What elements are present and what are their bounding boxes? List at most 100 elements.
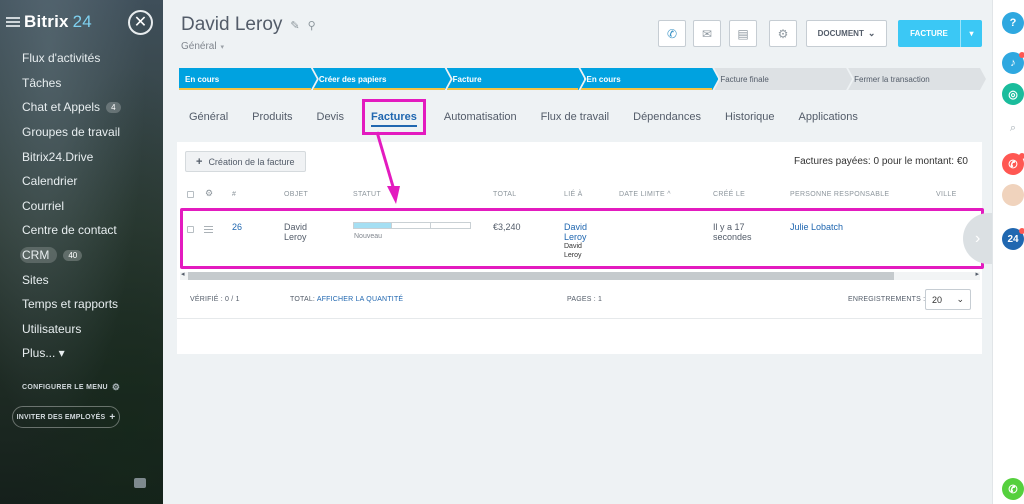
close-slider-button[interactable]: ✕ [128,10,153,35]
column-header-responsable[interactable]: PERSONNE RESPONSABLE [790,191,889,198]
create-invoice-button[interactable]: + Création de la facture [185,151,306,172]
column-header-ville[interactable]: VILLE [936,191,957,198]
facture-button[interactable]: FACTURE ▾ [898,20,982,47]
phone-icon[interactable]: ✆ [1002,478,1024,500]
divider [177,318,982,319]
linked-contact-link[interactable]: David Leroy [564,222,587,242]
print-icon[interactable] [134,478,146,488]
column-header-lie-a[interactable]: LIÉ À [564,191,583,198]
sidebar-item-label: Sites [22,272,49,287]
verified-count: VÉRIFIÉ : 0 / 1 [190,296,240,303]
scroll-right-arrow[interactable]: ▸ [975,270,979,278]
configure-menu-link[interactable]: CONFIGURER LE MENU ⚙ [22,382,120,393]
tab-devis[interactable]: Devis [317,111,345,123]
sidebar-item-chat[interactable]: Chat et Appels 4 [22,95,157,120]
pages-count: PAGES : 1 [567,296,603,303]
sidebar-item-contact-center[interactable]: Centre de contact [22,218,157,243]
sidebar-item-utilisateurs[interactable]: Utilisateurs [22,317,157,342]
pencil-icon[interactable]: ✎ [290,19,299,32]
linked-contact-name: David Leroy [564,243,582,259]
column-header-cree-le[interactable]: CRÉÉ LE [713,191,745,198]
stage-fermer-transaction[interactable]: Fermer la transaction [848,68,986,90]
row-checkbox[interactable] [187,226,194,233]
chevron-down-icon: ⌄ [867,28,876,38]
status-progress[interactable] [353,222,471,229]
call-button[interactable]: ✆ [658,20,686,47]
tab-flux-travail[interactable]: Flux de travail [541,111,609,123]
link-icon[interactable]: ⚲ [308,19,316,32]
search-icon[interactable]: ⌕ [1002,117,1024,139]
tab-label: Factures [371,111,417,127]
deal-detail: David Leroy ✎ ⚲ Général ▾ ✆ ✉ ▤ ⚙ DOCUME… [163,0,1003,504]
column-header-id[interactable]: # [232,191,236,198]
sidebar-item-plus[interactable]: Plus... ▾ [22,341,157,366]
tab-historique[interactable]: Historique [725,111,775,123]
tab-general[interactable]: Général [189,111,228,123]
plus-icon: + [196,155,203,168]
counter-badge: 40 [63,249,83,261]
chevron-down-icon[interactable]: ▾ [960,20,982,47]
brand-logo[interactable]: Bitrix 24 [24,12,92,32]
column-header-date-limite[interactable]: DATE LIMITE ^ [619,191,671,198]
stage-facture[interactable]: Facture [447,68,585,90]
sidebar-item-label: Utilisateurs [22,321,82,336]
sidebar-item-temps[interactable]: Temps et rapports [22,292,157,317]
responsible-person-link[interactable]: Julie Lobatch [790,222,843,232]
avatar-group[interactable] [1002,184,1024,206]
email-button[interactable]: ✉ [693,20,721,47]
stage-en-cours-2[interactable]: En cours [580,68,718,90]
stage-label: Facture finale [720,74,769,84]
sidebar-item-groupes[interactable]: Groupes de travail [22,120,157,145]
column-settings-icon[interactable]: ⚙ [205,188,213,199]
column-header-total[interactable]: TOTAL [493,191,516,198]
stage-label: Fermer la transaction [854,74,930,84]
settings-button[interactable]: ⚙ [769,20,797,47]
sidebar-item-flux[interactable]: Flux d'activités [22,46,157,71]
sidebar-item-label: Calendrier [22,174,78,189]
stage-facture-finale[interactable]: Facture finale [714,68,852,90]
sidebar-item-calendrier[interactable]: Calendrier [22,169,157,194]
show-quantity-link[interactable]: AFFICHER LA QUANTITÉ [317,296,403,303]
chat-button[interactable]: ▤ [729,20,757,47]
total-summary: TOTAL: AFFICHER LA QUANTITÉ [290,296,403,303]
menu-icon[interactable] [6,17,20,27]
tab-automatisation[interactable]: Automatisation [444,111,517,123]
phone-icon: ✆ [666,26,678,41]
facture-label: FACTURE [910,29,948,38]
scroll-left-arrow[interactable]: ◂ [181,270,185,278]
chat-icon[interactable]: ◎ [1002,83,1024,105]
invoices-panel: + Création de la facture Factures payées:… [177,142,1003,354]
tab-applications[interactable]: Applications [799,111,858,123]
tab-produits[interactable]: Produits [252,111,292,123]
stage-label: En cours [185,74,220,84]
records-per-page-select[interactable]: 20 ⌄ [925,289,971,310]
sidebar-item-sites[interactable]: Sites [22,267,157,292]
column-header-statut[interactable]: STATUT [353,191,381,198]
left-sidebar: Bitrix 24 ✕ Flux d'activités Tâches Chat … [0,0,163,504]
tab-factures[interactable]: Factures [362,99,426,135]
notification-dot [1019,52,1024,58]
sidebar-item-taches[interactable]: Tâches [22,71,157,96]
created-date: Il y a 17 secondes [713,222,752,242]
stage-creer-papiers[interactable]: Créer des papiers [313,68,451,90]
sidebar-item-label: Temps et rapports [22,297,119,312]
scrollbar-thumb[interactable] [188,272,894,280]
row-menu-icon[interactable] [204,226,213,233]
document-button[interactable]: DOCUMENT ⌄ [806,20,887,47]
help-icon[interactable]: ? [1002,12,1024,34]
sidebar-item-crm[interactable]: CRM 40 [20,243,157,268]
stage-en-cours[interactable]: En cours [179,68,317,90]
pipeline-category[interactable]: Général ▾ [181,41,224,52]
sidebar-item-label: Chat et Appels [22,100,101,115]
horizontal-scrollbar[interactable]: ◂ ▸ [180,270,980,280]
invoice-object: David Leroy [284,222,308,242]
invite-employees-button[interactable]: INVITER DES EMPLOYÉS + [12,406,120,428]
tab-dependances[interactable]: Dépendances [633,111,701,123]
paid-invoices-summary: Factures payées: 0 pour le montant: €0 [794,156,968,167]
column-header-objet[interactable]: OBJET [284,191,308,198]
invoice-id-link[interactable]: 26 [232,222,242,232]
create-invoice-label: Création de la facture [208,156,295,167]
select-all-checkbox[interactable] [187,191,194,198]
sidebar-item-courriel[interactable]: Courriel [22,194,157,219]
sidebar-item-drive[interactable]: Bitrix24.Drive [22,144,157,169]
